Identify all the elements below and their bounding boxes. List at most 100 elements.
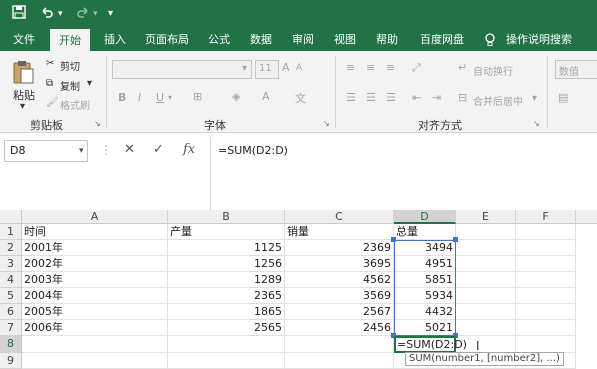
cell-e7[interactable] xyxy=(456,320,516,336)
row-header[interactable]: 7 xyxy=(0,320,22,336)
align-top-icon[interactable]: ≡ xyxy=(346,61,355,74)
cell-a5[interactable]: 2004年 xyxy=(22,288,168,304)
row-header[interactable]: 6 xyxy=(0,304,22,320)
number-format-field[interactable]: 数值 xyxy=(555,60,597,79)
cell-e3[interactable] xyxy=(456,256,516,272)
tab-help[interactable]: 帮助 xyxy=(376,28,398,51)
tab-formulas[interactable]: 公式 xyxy=(208,28,230,51)
name-box[interactable]: D8 xyxy=(4,140,88,162)
cell-c2[interactable]: 2369 xyxy=(285,240,394,256)
cell-f8[interactable] xyxy=(516,336,576,353)
underline-dropdown-icon[interactable]: ▾ xyxy=(168,93,172,102)
tab-home[interactable]: 开始 xyxy=(50,29,90,51)
cell-c6[interactable]: 2567 xyxy=(285,304,394,320)
undo-icon[interactable] xyxy=(40,5,54,23)
cell-f6[interactable] xyxy=(516,304,576,320)
font-launcher-icon[interactable]: ↘ xyxy=(323,119,330,128)
tab-review[interactable]: 审阅 xyxy=(292,28,314,51)
cell-b1[interactable]: 产量 xyxy=(168,224,285,240)
merge-center-button[interactable]: 合并后居中 xyxy=(473,93,523,108)
tab-baidu-netdisk[interactable]: 百度网盘 xyxy=(420,28,464,51)
cell-d6[interactable]: 4432 xyxy=(394,304,456,320)
cell-b7[interactable]: 2565 xyxy=(168,320,285,336)
cell-e2[interactable] xyxy=(456,240,516,256)
clipboard-launcher-icon[interactable]: ↘ xyxy=(94,119,101,128)
cell-a1[interactable]: 时间 xyxy=(22,224,168,240)
cell-a4[interactable]: 2003年 xyxy=(22,272,168,288)
column-header-b[interactable]: B xyxy=(168,210,285,224)
align-middle-icon[interactable]: ≡ xyxy=(366,61,375,74)
row-header[interactable]: 5 xyxy=(0,288,22,304)
column-header-c[interactable]: C xyxy=(285,210,394,224)
cell-f1[interactable] xyxy=(516,224,576,240)
copy-button[interactable]: 复制 xyxy=(60,78,80,93)
row-header[interactable]: 4 xyxy=(0,272,22,288)
tab-insert[interactable]: 插入 xyxy=(104,28,126,51)
cell-a9[interactable] xyxy=(22,353,168,369)
align-left-icon[interactable]: ☰ xyxy=(346,91,356,104)
row-header[interactable]: 2 xyxy=(0,240,22,256)
cut-button[interactable]: 剪切 xyxy=(60,58,80,73)
row-header[interactable]: 1 xyxy=(0,224,22,240)
column-header-d[interactable]: D xyxy=(394,210,456,224)
insert-function-icon[interactable]: fx xyxy=(183,142,195,157)
cell-a2[interactable]: 2001年 xyxy=(22,240,168,256)
cell-d4[interactable]: 5851 xyxy=(394,272,456,288)
cell-c3[interactable]: 3695 xyxy=(285,256,394,272)
cell-e6[interactable] xyxy=(456,304,516,320)
range-handle[interactable] xyxy=(453,237,458,242)
accounting-format-icon[interactable]: ▤ xyxy=(558,91,568,104)
cancel-icon[interactable]: ✕ xyxy=(124,142,135,157)
cell-d3[interactable]: 4951 xyxy=(394,256,456,272)
cell-c8[interactable] xyxy=(285,336,394,353)
cell-f2[interactable] xyxy=(516,240,576,256)
cell-b2[interactable]: 1125 xyxy=(168,240,285,256)
range-handle[interactable] xyxy=(391,237,396,242)
cell-b5[interactable]: 2365 xyxy=(168,288,285,304)
redo-dropdown-icon[interactable]: ▾ xyxy=(93,5,98,23)
tab-file[interactable]: 文件 xyxy=(13,28,35,51)
cell-a8[interactable] xyxy=(22,336,168,353)
cell-d7[interactable]: 5021 xyxy=(394,320,456,336)
column-header-a[interactable]: A xyxy=(22,210,168,224)
cell-f4[interactable] xyxy=(516,272,576,288)
select-all-corner[interactable] xyxy=(0,210,22,224)
cell-c5[interactable]: 3569 xyxy=(285,288,394,304)
align-center-icon[interactable]: ☰ xyxy=(366,91,376,104)
cell-e1[interactable] xyxy=(456,224,516,240)
align-right-icon[interactable]: ☰ xyxy=(386,91,396,104)
cell-d2[interactable]: 3494 xyxy=(394,240,456,256)
cell-f5[interactable] xyxy=(516,288,576,304)
orientation-icon[interactable]: ⤢ xyxy=(412,61,421,75)
cell-b4[interactable]: 1289 xyxy=(168,272,285,288)
decrease-indent-icon[interactable]: ⇤ xyxy=(412,91,421,104)
cell-a3[interactable]: 2002年 xyxy=(22,256,168,272)
borders-icon[interactable]: ⊞ xyxy=(193,90,202,103)
increase-indent-icon[interactable]: ⇥ xyxy=(432,91,441,104)
row-header[interactable]: 9 xyxy=(0,353,22,369)
row-header[interactable]: 8 xyxy=(0,336,22,353)
cell-a6[interactable]: 2005年 xyxy=(22,304,168,320)
column-header-e[interactable]: E xyxy=(456,210,516,224)
cell-e5[interactable] xyxy=(456,288,516,304)
underline-icon[interactable]: U xyxy=(156,91,164,104)
font-color-icon[interactable]: A xyxy=(262,90,270,103)
cell-f7[interactable] xyxy=(516,320,576,336)
italic-icon[interactable]: I xyxy=(138,91,141,104)
wrap-text-button[interactable]: 自动换行 xyxy=(473,63,513,78)
paste-icon[interactable] xyxy=(12,59,34,88)
cell-e4[interactable] xyxy=(456,272,516,288)
column-header-g[interactable] xyxy=(576,210,597,224)
tab-view[interactable]: 视图 xyxy=(334,28,356,51)
align-bottom-icon[interactable]: ≡ xyxy=(386,61,395,74)
increase-font-icon[interactable]: A xyxy=(282,61,290,74)
font-name-field[interactable] xyxy=(112,60,252,79)
tab-data[interactable]: 数据 xyxy=(250,28,272,51)
merge-dropdown-icon[interactable]: ▾ xyxy=(532,93,537,104)
fill-color-icon[interactable]: ◈ xyxy=(232,90,240,103)
copy-dropdown-icon[interactable]: ▾ xyxy=(87,78,92,89)
undo-dropdown-icon[interactable]: ▾ xyxy=(58,5,63,23)
phonetic-icon[interactable]: 文 xyxy=(295,90,306,106)
redo-icon[interactable] xyxy=(76,5,90,23)
active-cell-d8[interactable]: =SUM(D2:D) xyxy=(394,336,467,353)
